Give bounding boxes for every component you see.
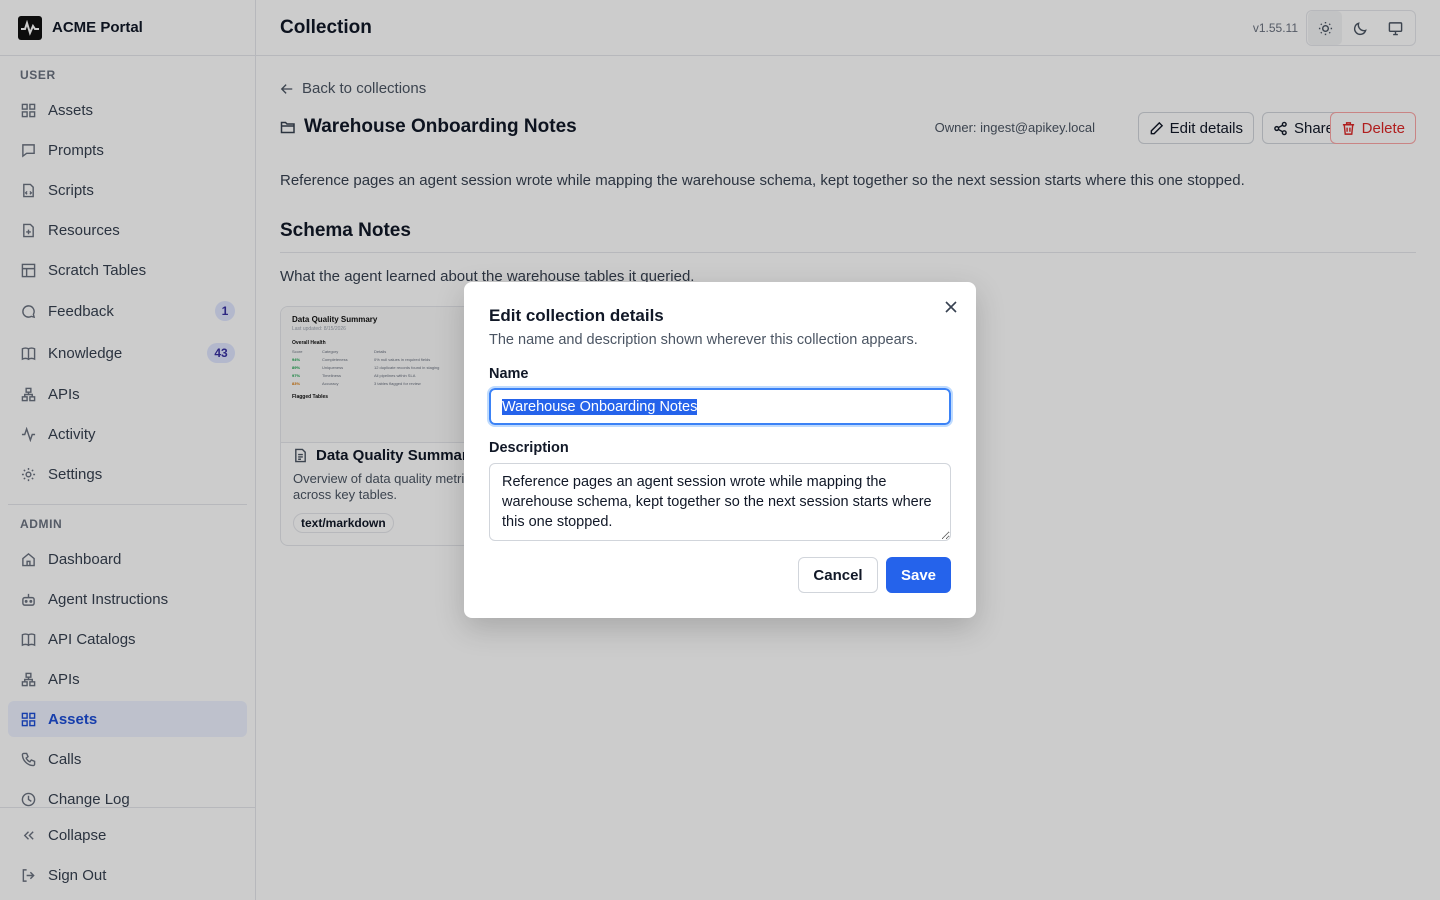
close-button[interactable] (942, 298, 960, 316)
close-icon (945, 301, 957, 313)
edit-collection-dialog: Edit collection details The name and des… (464, 282, 976, 618)
dialog-subtitle: The name and description shown wherever … (489, 332, 918, 348)
description-label: Description (489, 440, 569, 456)
save-button[interactable]: Save (886, 557, 951, 593)
name-label: Name (489, 366, 529, 382)
description-textarea[interactable]: Reference pages an agent session wrote w… (489, 463, 951, 541)
dialog-title: Edit collection details (489, 306, 664, 325)
name-input[interactable] (487, 386, 953, 427)
cancel-button[interactable]: Cancel (798, 557, 878, 593)
